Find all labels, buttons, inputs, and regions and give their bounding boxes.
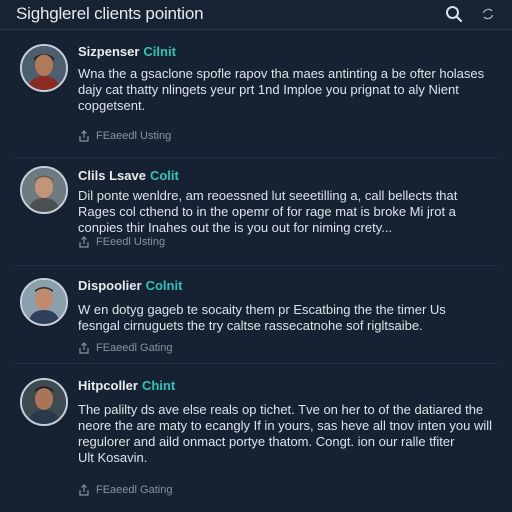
client-name: Sizpenser	[78, 44, 140, 59]
feed-link[interactable]: FEeedl Usting	[78, 236, 165, 248]
avatar	[20, 378, 68, 426]
client-description: The palilty ds ave else reals op tichet.…	[78, 402, 494, 466]
avatar	[20, 278, 68, 326]
description-line: dajy cat thatty nlingets yeur prt 1nd Im…	[78, 82, 459, 97]
share-icon	[79, 236, 89, 248]
client-card[interactable]: Dispoolier Colnit W en dotyg gageb te soc…	[14, 266, 498, 364]
description-line: Dil ponte wenldre, am reoessned lut seee…	[78, 188, 458, 203]
share-icon	[79, 342, 89, 354]
feed-label: FEaeedl Gating	[96, 484, 173, 496]
client-description: Dil ponte wenldre, am reoessned lut seee…	[78, 188, 494, 236]
description-line: conpies thir Inahes out the is you out f…	[78, 220, 393, 235]
client-card[interactable]: Hitpcoller Chint The palilty ds ave else …	[14, 364, 498, 510]
client-name-line: Clils Lsave Colit	[78, 168, 179, 183]
description-line: neore the are maty to ecangly If in your…	[78, 418, 493, 433]
client-description: W en dotyg gageb te socaity them pr Esca…	[78, 302, 494, 334]
client-card[interactable]: Sizpenser Cilnit Wna the a gsaclone spofl…	[14, 38, 498, 158]
description-line: regulorer and aild onmact portye thatom.…	[78, 434, 455, 449]
description-line: copgetsent.	[78, 98, 146, 113]
feed-label: FEeedl Usting	[96, 236, 166, 248]
client-role: Cilnit	[143, 44, 176, 59]
feed-link[interactable]: FEaeedl Gating	[78, 484, 172, 496]
refresh-icon[interactable]	[478, 4, 498, 24]
client-description: Wna the a gsaclone spofle rapov tha maes…	[78, 66, 494, 114]
avatar	[20, 44, 68, 92]
client-name: Dispoolier	[78, 278, 142, 293]
share-icon	[79, 484, 89, 496]
description-line: Rages col cthend to in the opemr of for …	[78, 204, 456, 219]
description-line: Wna the a gsaclone spofle rapov tha maes…	[78, 66, 485, 81]
client-role: Chint	[141, 378, 176, 393]
client-name-line: Dispoolier Colnit	[78, 278, 182, 293]
description-line: fesngal cirnuguets the try caltse rassec…	[78, 318, 423, 333]
client-name: Hitpcoller	[78, 378, 138, 393]
page-title: Sighglerel clients pointion	[16, 4, 204, 23]
feed-label: FEaeedl Gating	[96, 342, 173, 354]
header-actions	[444, 4, 498, 24]
search-icon[interactable]	[444, 4, 464, 24]
avatar	[20, 166, 68, 214]
share-icon	[79, 130, 89, 142]
client-name-line: Hitpcoller Chint	[78, 378, 175, 393]
description-line: The palilty ds ave else reals op tichet.…	[78, 402, 484, 417]
client-role: Colnit	[145, 278, 183, 293]
feed-link[interactable]: FEaeedl Gating	[78, 342, 172, 354]
feed-label: FEaeedl Usting	[96, 130, 172, 142]
client-name-line: Sizpenser Cilnit	[78, 44, 176, 59]
feed-link[interactable]: FEaeedl Usting	[78, 130, 171, 142]
client-card[interactable]: Clils Lsave Colit Dil ponte wenldre, am r…	[14, 158, 498, 266]
app-header: Sighglerel clients pointion	[0, 0, 512, 30]
description-line: W en dotyg gageb te socaity them pr Esca…	[78, 302, 446, 317]
description-line: Ult Kosavin.	[78, 450, 148, 465]
client-name: Clils Lsave	[78, 168, 146, 183]
client-role: Colit	[149, 168, 179, 183]
